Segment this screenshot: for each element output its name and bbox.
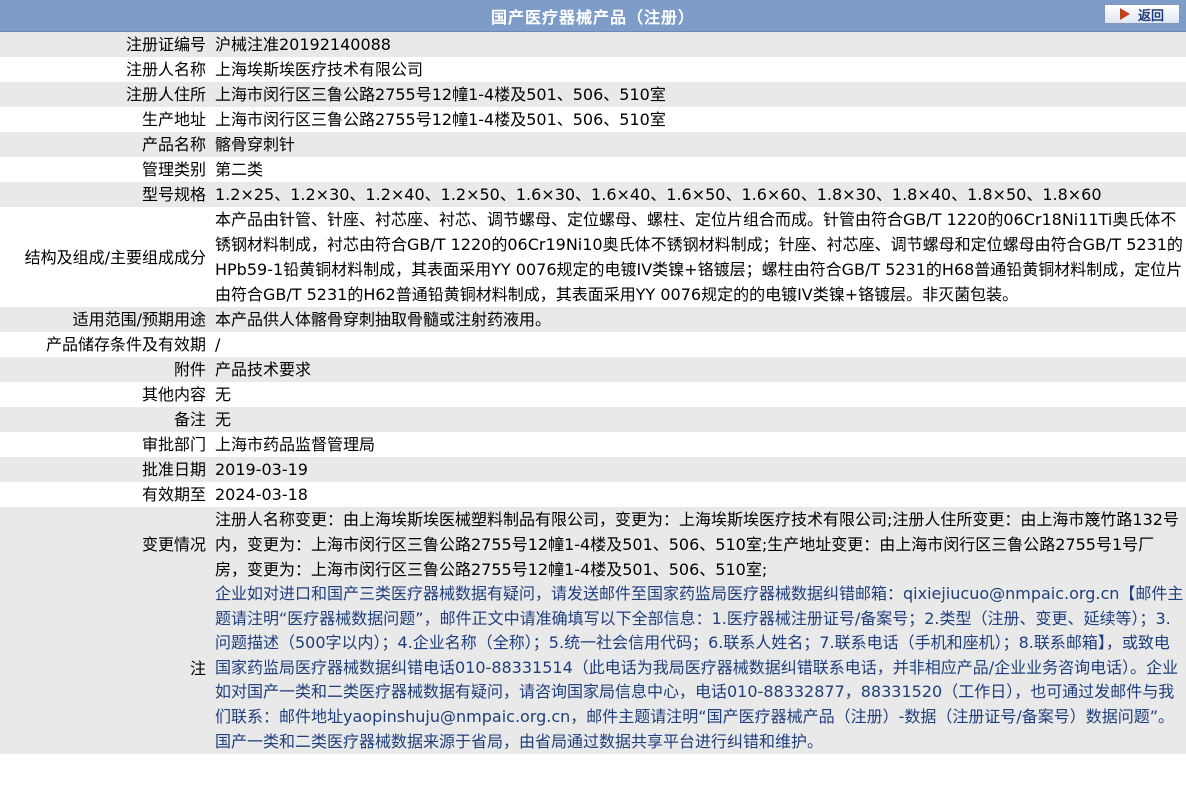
page-title: 国产医疗器械产品（注册） bbox=[490, 7, 695, 27]
row-value: 第二类 bbox=[209, 157, 1186, 182]
back-button-label: 返回 bbox=[1137, 8, 1164, 24]
back-button[interactable]: 返回 bbox=[1104, 4, 1180, 24]
notice-text: 企业如对进口和国产三类医疗器械数据有疑问，请发送邮件至国家药监局医疗器械数据纠错… bbox=[209, 582, 1186, 755]
table-row: 注册人住所 上海市闵行区三鲁公路2755号12幢1-4楼及501、506、510… bbox=[0, 82, 1186, 107]
row-label: 备注 bbox=[0, 407, 209, 432]
row-label: 注 bbox=[0, 582, 209, 755]
row-value: 本产品供人体髂骨穿刺抽取骨髓或注射药液用。 bbox=[209, 307, 1186, 332]
table-row: 结构及组成/主要组成成分 本产品由针管、针座、衬芯座、衬芯、调节螺母、定位螺母、… bbox=[0, 207, 1186, 307]
table-row: 产品储存条件及有效期 / bbox=[0, 332, 1186, 357]
row-label: 附件 bbox=[0, 357, 209, 382]
table-row: 型号规格 1.2×25、1.2×30、1.2×40、1.2×50、1.6×30、… bbox=[0, 182, 1186, 207]
row-label: 产品名称 bbox=[0, 132, 209, 157]
row-label: 审批部门 bbox=[0, 432, 209, 457]
row-value: 上海市药品监督管理局 bbox=[209, 432, 1186, 457]
row-label: 其他内容 bbox=[0, 382, 209, 407]
detail-table: 注册证编号 沪械注准20192140088 注册人名称 上海埃斯埃医疗技术有限公… bbox=[0, 32, 1186, 755]
row-label: 批准日期 bbox=[0, 457, 209, 482]
row-label: 有效期至 bbox=[0, 482, 209, 507]
row-value: 1.2×25、1.2×30、1.2×40、1.2×50、1.6×30、1.6×4… bbox=[209, 182, 1186, 207]
table-row: 注册人名称 上海埃斯埃医疗技术有限公司 bbox=[0, 57, 1186, 82]
row-value: / bbox=[209, 332, 1186, 357]
table-row: 变更情况 注册人名称变更：由上海埃斯埃医械塑料制品有限公司，变更为：上海埃斯埃医… bbox=[0, 507, 1186, 582]
row-label: 生产地址 bbox=[0, 107, 209, 132]
row-label: 变更情况 bbox=[0, 507, 209, 582]
row-value: 无 bbox=[209, 407, 1186, 432]
page-header: 国产医疗器械产品（注册） 返回 bbox=[0, 0, 1186, 32]
row-label: 注册人住所 bbox=[0, 82, 209, 107]
row-label: 管理类别 bbox=[0, 157, 209, 182]
row-value: 沪械注准20192140088 bbox=[209, 32, 1186, 57]
table-row: 适用范围/预期用途 本产品供人体髂骨穿刺抽取骨髓或注射药液用。 bbox=[0, 307, 1186, 332]
row-value: 上海埃斯埃医疗技术有限公司 bbox=[209, 57, 1186, 82]
table-row: 附件 产品技术要求 bbox=[0, 357, 1186, 382]
row-label: 产品储存条件及有效期 bbox=[0, 332, 209, 357]
table-row: 备注 无 bbox=[0, 407, 1186, 432]
row-value: 髂骨穿刺针 bbox=[209, 132, 1186, 157]
table-row: 产品名称 髂骨穿刺针 bbox=[0, 132, 1186, 157]
table-row: 生产地址 上海市闵行区三鲁公路2755号12幢1-4楼及501、506、510室 bbox=[0, 107, 1186, 132]
row-label: 结构及组成/主要组成成分 bbox=[0, 207, 209, 307]
table-row: 审批部门 上海市药品监督管理局 bbox=[0, 432, 1186, 457]
table-row: 其他内容 无 bbox=[0, 382, 1186, 407]
row-label: 注册证编号 bbox=[0, 32, 209, 57]
table-row: 注册证编号 沪械注准20192140088 bbox=[0, 32, 1186, 57]
row-value: 注册人名称变更：由上海埃斯埃医械塑料制品有限公司，变更为：上海埃斯埃医疗技术有限… bbox=[209, 507, 1186, 582]
row-value: 上海市闵行区三鲁公路2755号12幢1-4楼及501、506、510室 bbox=[209, 107, 1186, 132]
row-label: 注册人名称 bbox=[0, 57, 209, 82]
row-value: 产品技术要求 bbox=[209, 357, 1186, 382]
row-label: 型号规格 bbox=[0, 182, 209, 207]
table-row: 注 企业如对进口和国产三类医疗器械数据有疑问，请发送邮件至国家药监局医疗器械数据… bbox=[0, 582, 1186, 755]
row-label: 适用范围/预期用途 bbox=[0, 307, 209, 332]
table-row: 批准日期 2019-03-19 bbox=[0, 457, 1186, 482]
row-value: 无 bbox=[209, 382, 1186, 407]
table-row: 管理类别 第二类 bbox=[0, 157, 1186, 182]
table-row: 有效期至 2024-03-18 bbox=[0, 482, 1186, 507]
row-value: 上海市闵行区三鲁公路2755号12幢1-4楼及501、506、510室 bbox=[209, 82, 1186, 107]
row-value: 本产品由针管、针座、衬芯座、衬芯、调节螺母、定位螺母、螺柱、定位片组合而成。针管… bbox=[209, 207, 1186, 307]
row-value: 2024-03-18 bbox=[209, 482, 1186, 507]
row-value: 2019-03-19 bbox=[209, 457, 1186, 482]
back-arrow-icon bbox=[1119, 8, 1130, 20]
